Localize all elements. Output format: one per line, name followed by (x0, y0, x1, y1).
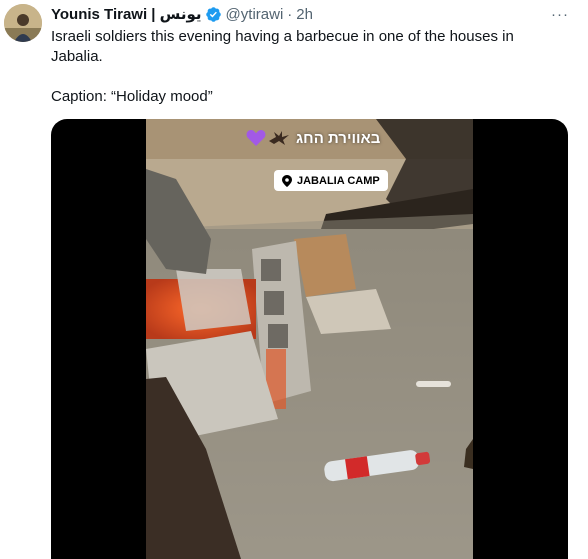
tweet-video[interactable]: באווירת החג JABALIA CAMP (51, 119, 568, 559)
location-label: JABALIA CAMP (297, 174, 380, 187)
purple-heart-icon (246, 129, 266, 147)
verified-badge-icon (205, 6, 222, 23)
tweet-text-line: Jabalia. (51, 48, 103, 65)
avatar-photo (4, 4, 42, 42)
tweet-caption-line: Caption: “Holiday mood” (51, 88, 213, 105)
author-handle[interactable]: @ytirawi (226, 6, 284, 23)
tweet-text-line: Israeli soldiers this evening having a b… (51, 28, 514, 45)
more-horizontal-icon[interactable]: ··· (550, 6, 570, 23)
video-frame: באווירת החג JABALIA CAMP (146, 119, 473, 559)
location-pin-icon (282, 174, 292, 187)
video-overlay-text: באווירת החג (296, 129, 381, 147)
video-overlay-caption: באווירת החג (246, 129, 380, 147)
header-separator: · (287, 5, 293, 23)
eagle-icon (268, 129, 290, 147)
tweet[interactable]: Younis Tirawi | يونس @ytirawi · 2h ··· I… (0, 0, 588, 559)
tweet-text: Israeli soldiers this evening having a b… (51, 27, 571, 107)
author-display-name[interactable]: Younis Tirawi | يونس (51, 5, 202, 23)
author-avatar[interactable] (4, 4, 42, 42)
tweet-header: Younis Tirawi | يونس @ytirawi · 2h (51, 4, 313, 24)
location-sticker: JABALIA CAMP (274, 170, 388, 191)
tweet-timestamp[interactable]: 2h (296, 6, 313, 23)
